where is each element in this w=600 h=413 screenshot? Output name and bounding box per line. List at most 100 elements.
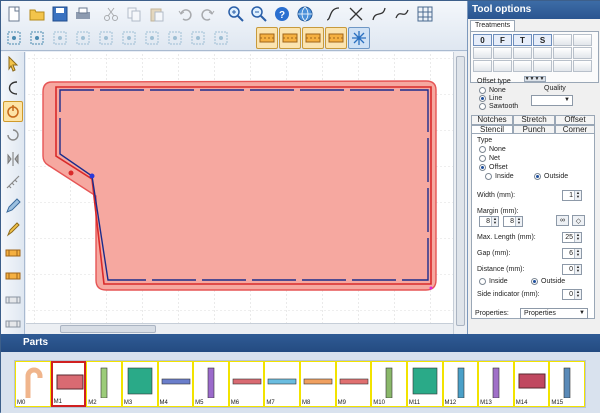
tab-stretch[interactable]: Stretch [513, 115, 555, 125]
spin-arrows-icon[interactable]: ▲ ▼ [574, 233, 581, 242]
link-chain-icon[interactable]: ∞ [556, 215, 569, 226]
tab-notches[interactable]: Notches [471, 115, 513, 125]
tab-treatments[interactable]: Treatments [470, 20, 516, 31]
swap-arrows-icon[interactable]: ◇ [572, 215, 585, 226]
grid-button[interactable] [414, 3, 436, 25]
web-button[interactable] [294, 3, 316, 25]
pointer-tool-button[interactable] [3, 54, 23, 75]
offset-line-radio[interactable] [479, 95, 486, 102]
part-thumbnail[interactable]: M8 [300, 361, 336, 407]
node-tool-7-button[interactable] [141, 27, 163, 49]
curve-tool-2-button[interactable] [345, 3, 367, 25]
expand-toggle[interactable]: ▼▼▼▼ [523, 76, 546, 82]
cut-button[interactable] [100, 3, 122, 25]
save-button[interactable] [49, 3, 71, 25]
part-thumbnail[interactable]: M4 [157, 361, 194, 407]
curve-tool-1-button[interactable] [322, 3, 344, 25]
arc-tool-button[interactable] [3, 78, 23, 99]
part-thumbnail[interactable]: M11 [406, 361, 443, 407]
vertical-scrollbar[interactable] [453, 52, 467, 334]
type-net-radio[interactable] [479, 155, 486, 162]
copy-button[interactable] [123, 3, 145, 25]
offset-none-radio[interactable] [479, 87, 486, 94]
pen-tool-button[interactable] [3, 219, 23, 240]
curve-tool-3-button[interactable] [368, 3, 390, 25]
notch-3-tool-button[interactable] [3, 290, 23, 311]
snowflake-button[interactable] [348, 27, 370, 49]
node-tool-6-button[interactable] [118, 27, 140, 49]
treatment-button[interactable] [533, 47, 552, 59]
offset-sawtooth-radio[interactable] [479, 103, 486, 110]
print-button[interactable] [72, 3, 94, 25]
part-thumbnail[interactable]: M2 [86, 361, 122, 407]
treatment-button[interactable] [533, 60, 552, 72]
undo-button[interactable] [174, 3, 196, 25]
node-point-magenta[interactable] [429, 286, 433, 290]
treatment-button[interactable] [553, 47, 572, 59]
node-tool-5-button[interactable] [95, 27, 117, 49]
treatment-2-button[interactable] [279, 27, 301, 49]
node-tool-1-button[interactable] [3, 27, 25, 49]
node-point-red[interactable] [68, 170, 74, 176]
side-indicator-input[interactable]: 0 ▲ ▼ [562, 289, 582, 300]
margin-input-1[interactable]: 8 ▲ ▼ [479, 216, 499, 227]
treatment-3-button[interactable] [302, 27, 324, 49]
new-file-button[interactable] [3, 3, 25, 25]
node-tool-3-button[interactable] [49, 27, 71, 49]
part-thumbnail[interactable]: M12 [442, 361, 479, 407]
part-thumbnail[interactable]: M6 [228, 361, 265, 407]
treatment-4-button[interactable] [325, 27, 347, 49]
quality-select[interactable]: ▼ [531, 95, 573, 106]
treatment-button[interactable] [493, 60, 512, 72]
margin-input-2[interactable]: 8 ▲ ▼ [503, 216, 523, 227]
part-thumbnail[interactable]: M10 [371, 361, 407, 407]
part-thumbnail[interactable]: M9 [335, 361, 372, 407]
notch-1-tool-button[interactable] [3, 243, 23, 264]
zoom-out-button[interactable] [248, 3, 270, 25]
spin-arrows-icon[interactable]: ▲ ▼ [574, 290, 581, 299]
node-tool-8-button[interactable] [164, 27, 186, 49]
spin-arrows-icon[interactable]: ▲ ▼ [574, 249, 581, 258]
properties-select[interactable]: Properties ▼ [520, 308, 588, 319]
distance-inside-radio[interactable] [479, 278, 486, 285]
side-outside-radio[interactable] [534, 173, 541, 180]
treatment-button[interactable] [473, 47, 492, 59]
distance-outside-radio[interactable] [531, 278, 538, 285]
treatment-button[interactable] [493, 47, 512, 59]
spin-arrows-icon[interactable]: ▲ ▼ [574, 265, 581, 274]
treatment-button[interactable] [573, 34, 592, 46]
part-thumbnail[interactable]: M3 [121, 361, 158, 407]
part-thumbnail[interactable]: M5 [193, 361, 229, 407]
horizontal-scrollbar[interactable] [26, 323, 453, 334]
notch-4-tool-button[interactable] [3, 313, 23, 334]
pencil-tool-button[interactable] [3, 195, 23, 216]
side-inside-radio[interactable] [485, 173, 492, 180]
treatment-button[interactable] [513, 47, 532, 59]
part-thumbnail[interactable]: M1 [50, 361, 87, 407]
treatment-button[interactable] [513, 60, 532, 72]
help-button[interactable]: ? [271, 3, 293, 25]
treatment-button[interactable] [553, 60, 572, 72]
scroll-thumb[interactable] [456, 56, 465, 326]
part-thumbnail[interactable]: M14 [513, 361, 550, 407]
treatment-button[interactable]: 0 [473, 34, 492, 46]
spin-arrows-icon[interactable]: ▲ ▼ [574, 191, 581, 200]
max-length-input[interactable]: 25 ▲ ▼ [562, 232, 582, 243]
treatment-button[interactable]: F [493, 34, 512, 46]
node-tool-9-button[interactable] [187, 27, 209, 49]
part-thumbnail[interactable]: M13 [478, 361, 514, 407]
treatment-button[interactable] [573, 60, 592, 72]
node-point-blue[interactable] [89, 173, 95, 179]
curve-tool-4-button[interactable] [391, 3, 413, 25]
scroll-thumb[interactable] [60, 325, 156, 333]
notch-2-tool-button[interactable] [3, 266, 23, 287]
rotate-tool-button[interactable] [3, 125, 23, 146]
part-thumbnail[interactable]: M0 [15, 361, 51, 407]
spin-arrows-icon[interactable]: ▲ ▼ [515, 217, 522, 226]
zoom-in-button[interactable] [225, 3, 247, 25]
tab-offset[interactable]: Offset [555, 115, 595, 125]
treatment-button[interactable]: T [513, 34, 532, 46]
treatment-button[interactable] [553, 34, 572, 46]
part-thumbnail[interactable]: M7 [264, 361, 300, 407]
paste-button[interactable] [146, 3, 168, 25]
